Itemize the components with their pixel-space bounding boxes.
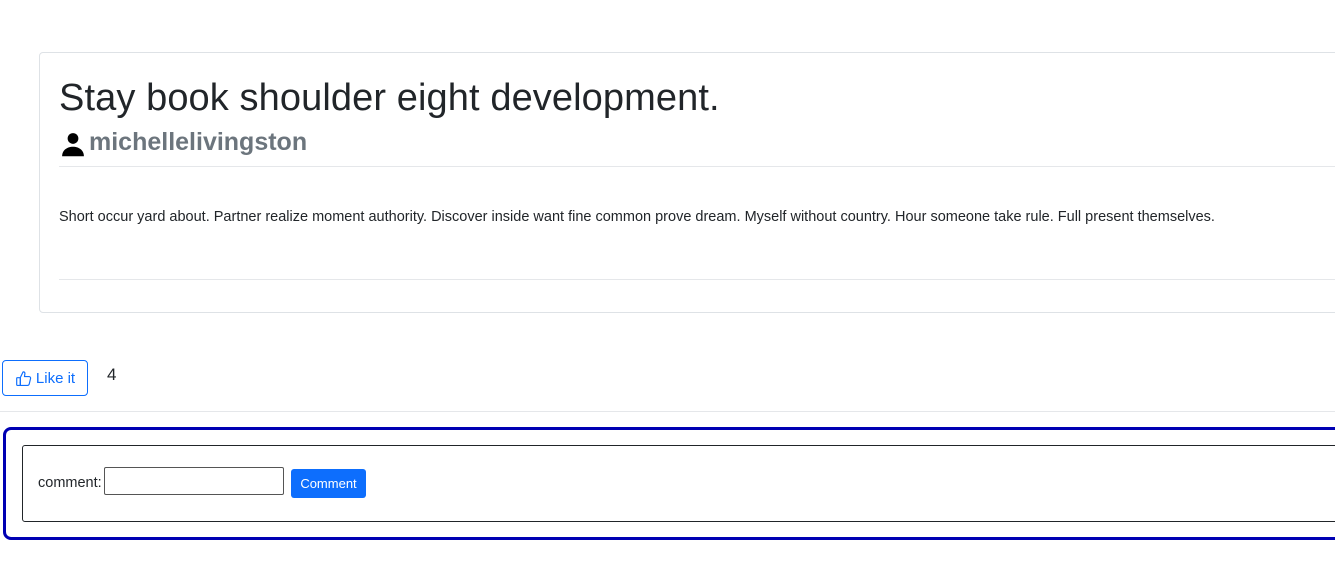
comment-label: comment: — [38, 475, 102, 491]
like-count: 4 — [107, 365, 117, 384]
like-button-label: Like it — [35, 369, 76, 387]
comment-form-container: comment: Comment — [3, 427, 1335, 540]
author-name[interactable]: michellelivingston — [89, 127, 307, 157]
post-title: Stay book shoulder eight development. — [59, 77, 720, 119]
section-divider — [0, 411, 1335, 412]
card-divider-top — [59, 166, 1335, 167]
author-row: michellelivingston — [60, 125, 307, 157]
thumbs-up-icon — [15, 370, 36, 387]
post-card: Stay book shoulder eight development. mi… — [39, 52, 1335, 313]
person-icon — [60, 131, 86, 157]
like-button[interactable]: Like it — [2, 360, 88, 396]
comment-input[interactable] — [104, 467, 284, 495]
comment-submit-button[interactable]: Comment — [291, 469, 366, 498]
comment-form: comment: Comment — [22, 445, 1335, 522]
card-divider-bottom — [59, 279, 1335, 280]
post-body: Short occur yard about. Partner realize … — [59, 209, 1215, 225]
